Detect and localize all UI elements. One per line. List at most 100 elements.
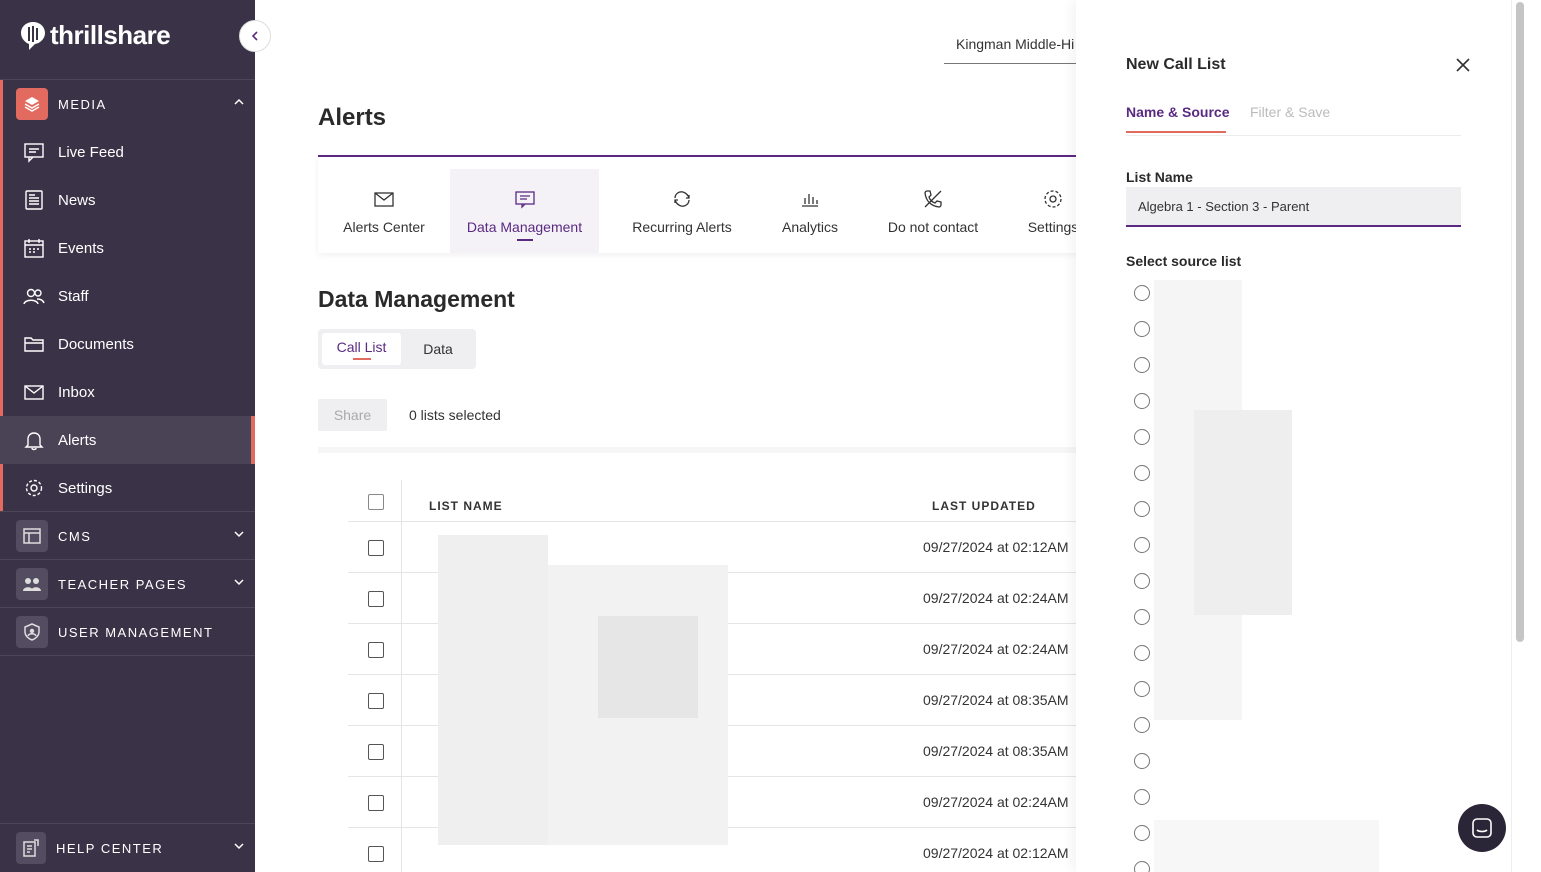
- source-radio[interactable]: [1134, 717, 1150, 733]
- redacted-source-names: [1154, 820, 1379, 872]
- source-radio[interactable]: [1134, 789, 1150, 805]
- scrollbar-thumb[interactable]: [1516, 2, 1524, 642]
- share-button[interactable]: Share: [318, 399, 387, 431]
- page-scrollbar[interactable]: [1511, 0, 1541, 872]
- sidebar-item-events[interactable]: Events: [0, 224, 255, 272]
- brand-logo[interactable]: thrillshare: [20, 20, 171, 51]
- thrillshare-logo-icon: [21, 21, 45, 50]
- sidebar-divider: [0, 655, 255, 656]
- step-label: Filter & Save: [1250, 104, 1331, 120]
- source-radio[interactable]: [1134, 753, 1150, 769]
- envelope-icon: [374, 192, 394, 207]
- tab-label: Analytics: [781, 219, 839, 235]
- active-toggle-indicator: [352, 357, 371, 360]
- tab-label: Alerts Center: [343, 219, 425, 235]
- row-checkbox[interactable]: [368, 591, 384, 607]
- chat-launcher-button[interactable]: [1458, 804, 1506, 852]
- chevron-left-icon: [251, 31, 258, 41]
- section-label: TEACHER PAGES: [58, 576, 188, 592]
- layers-icon: [16, 88, 48, 120]
- sidebar-item-staff[interactable]: Staff: [0, 272, 255, 320]
- close-icon[interactable]: [1454, 56, 1472, 74]
- tab-recurring-alerts[interactable]: Recurring Alerts: [619, 169, 745, 253]
- sidebar-item-settings[interactable]: Settings: [0, 464, 255, 512]
- sidebar-section-media[interactable]: MEDIA: [0, 80, 255, 128]
- sidebar-item-news[interactable]: News: [0, 176, 255, 224]
- sidebar-section-teacher-pages[interactable]: TEACHER PAGES: [0, 560, 255, 608]
- phone-off-icon: [924, 190, 942, 208]
- gear-icon: [22, 476, 46, 500]
- source-radio[interactable]: [1134, 465, 1150, 481]
- message-icon: [514, 191, 535, 209]
- help-doc-icon: [16, 832, 46, 864]
- source-radio[interactable]: [1134, 825, 1150, 841]
- layout-icon: [16, 520, 48, 552]
- refresh-icon: [674, 191, 690, 207]
- row-checkbox[interactable]: [368, 795, 384, 811]
- tab-label: Data Management: [466, 219, 583, 235]
- source-radio[interactable]: [1134, 609, 1150, 625]
- column-header-list-name: LIST NAME: [429, 499, 503, 513]
- panel-title: New Call List: [1126, 56, 1226, 73]
- sidebar-item-live-feed[interactable]: Live Feed: [0, 128, 255, 176]
- tab-label: Do not contact: [887, 219, 979, 235]
- brand-name: thrillshare: [50, 20, 171, 50]
- selected-count: 0 lists selected: [409, 407, 501, 423]
- source-radio[interactable]: [1134, 573, 1150, 589]
- step-filter-save[interactable]: Filter & Save: [1250, 104, 1330, 120]
- sidebar-item-inbox[interactable]: Inbox: [0, 368, 255, 416]
- source-list-label: Select source list: [1126, 253, 1242, 269]
- collapse-sidebar-button[interactable]: [239, 20, 271, 52]
- sidebar-item-label: Settings: [58, 479, 113, 497]
- source-radio[interactable]: [1134, 321, 1150, 337]
- tab-analytics[interactable]: Analytics: [768, 169, 852, 253]
- gear-icon: [1044, 190, 1062, 208]
- source-radio[interactable]: [1134, 429, 1150, 445]
- last-updated-cell: 09/27/2024 at 02:12AM: [923, 845, 1069, 861]
- redacted-list-names: [598, 616, 698, 718]
- sidebar-item-label: Documents: [58, 335, 134, 353]
- source-radio[interactable]: [1134, 501, 1150, 517]
- row-checkbox[interactable]: [368, 693, 384, 709]
- source-radio[interactable]: [1134, 537, 1150, 553]
- sidebar-section-help-center[interactable]: HELP CENTER: [0, 824, 255, 872]
- source-radio[interactable]: [1134, 861, 1150, 872]
- row-checkbox[interactable]: [368, 846, 384, 862]
- section-label: MEDIA: [58, 96, 107, 112]
- section-label: USER MANAGEMENT: [58, 624, 214, 640]
- tab-data-management[interactable]: Data Management: [450, 169, 599, 253]
- sidebar-item-documents[interactable]: Documents: [0, 320, 255, 368]
- redacted-list-names: [438, 535, 548, 845]
- row-checkbox[interactable]: [368, 744, 384, 760]
- sidebar-section-user-management[interactable]: USER MANAGEMENT: [0, 608, 255, 656]
- last-updated-cell: 09/27/2024 at 02:24AM: [923, 641, 1069, 657]
- row-checkbox[interactable]: [368, 540, 384, 556]
- table-toolbar-strip: [318, 447, 1078, 453]
- tab-do-not-contact[interactable]: Do not contact: [883, 169, 983, 253]
- sidebar-item-label: Live Feed: [58, 143, 124, 161]
- source-radio[interactable]: [1134, 357, 1150, 373]
- list-type-toggle: Call List Data: [318, 329, 476, 369]
- list-name-input[interactable]: [1126, 187, 1461, 227]
- source-radio[interactable]: [1134, 681, 1150, 697]
- section-label: HELP CENTER: [56, 840, 164, 856]
- source-radio[interactable]: [1134, 393, 1150, 409]
- call-list-toggle-button[interactable]: Call List: [322, 333, 401, 365]
- last-updated-cell: 09/27/2024 at 08:35AM: [923, 743, 1069, 759]
- tab-alerts-center[interactable]: Alerts Center: [318, 169, 450, 253]
- source-radio[interactable]: [1134, 645, 1150, 661]
- source-radio[interactable]: [1134, 285, 1150, 301]
- people-icon: [16, 568, 48, 600]
- new-call-list-panel: New Call List Name & Source Filter & Sav…: [1076, 0, 1511, 872]
- last-updated-cell: 09/27/2024 at 02:24AM: [923, 590, 1069, 606]
- sidebar-item-alerts[interactable]: Alerts: [0, 416, 255, 464]
- tab-label: Settings: [1027, 219, 1079, 235]
- step-name-source[interactable]: Name & Source: [1126, 104, 1229, 133]
- section-label: CMS: [58, 528, 92, 544]
- sidebar-section-cms[interactable]: CMS: [0, 512, 255, 560]
- toggle-label: Call List: [336, 338, 387, 355]
- data-toggle-button[interactable]: Data: [404, 333, 472, 365]
- row-checkbox[interactable]: [368, 642, 384, 658]
- chevron-down-icon: [234, 579, 244, 586]
- select-all-checkbox[interactable]: [368, 494, 384, 510]
